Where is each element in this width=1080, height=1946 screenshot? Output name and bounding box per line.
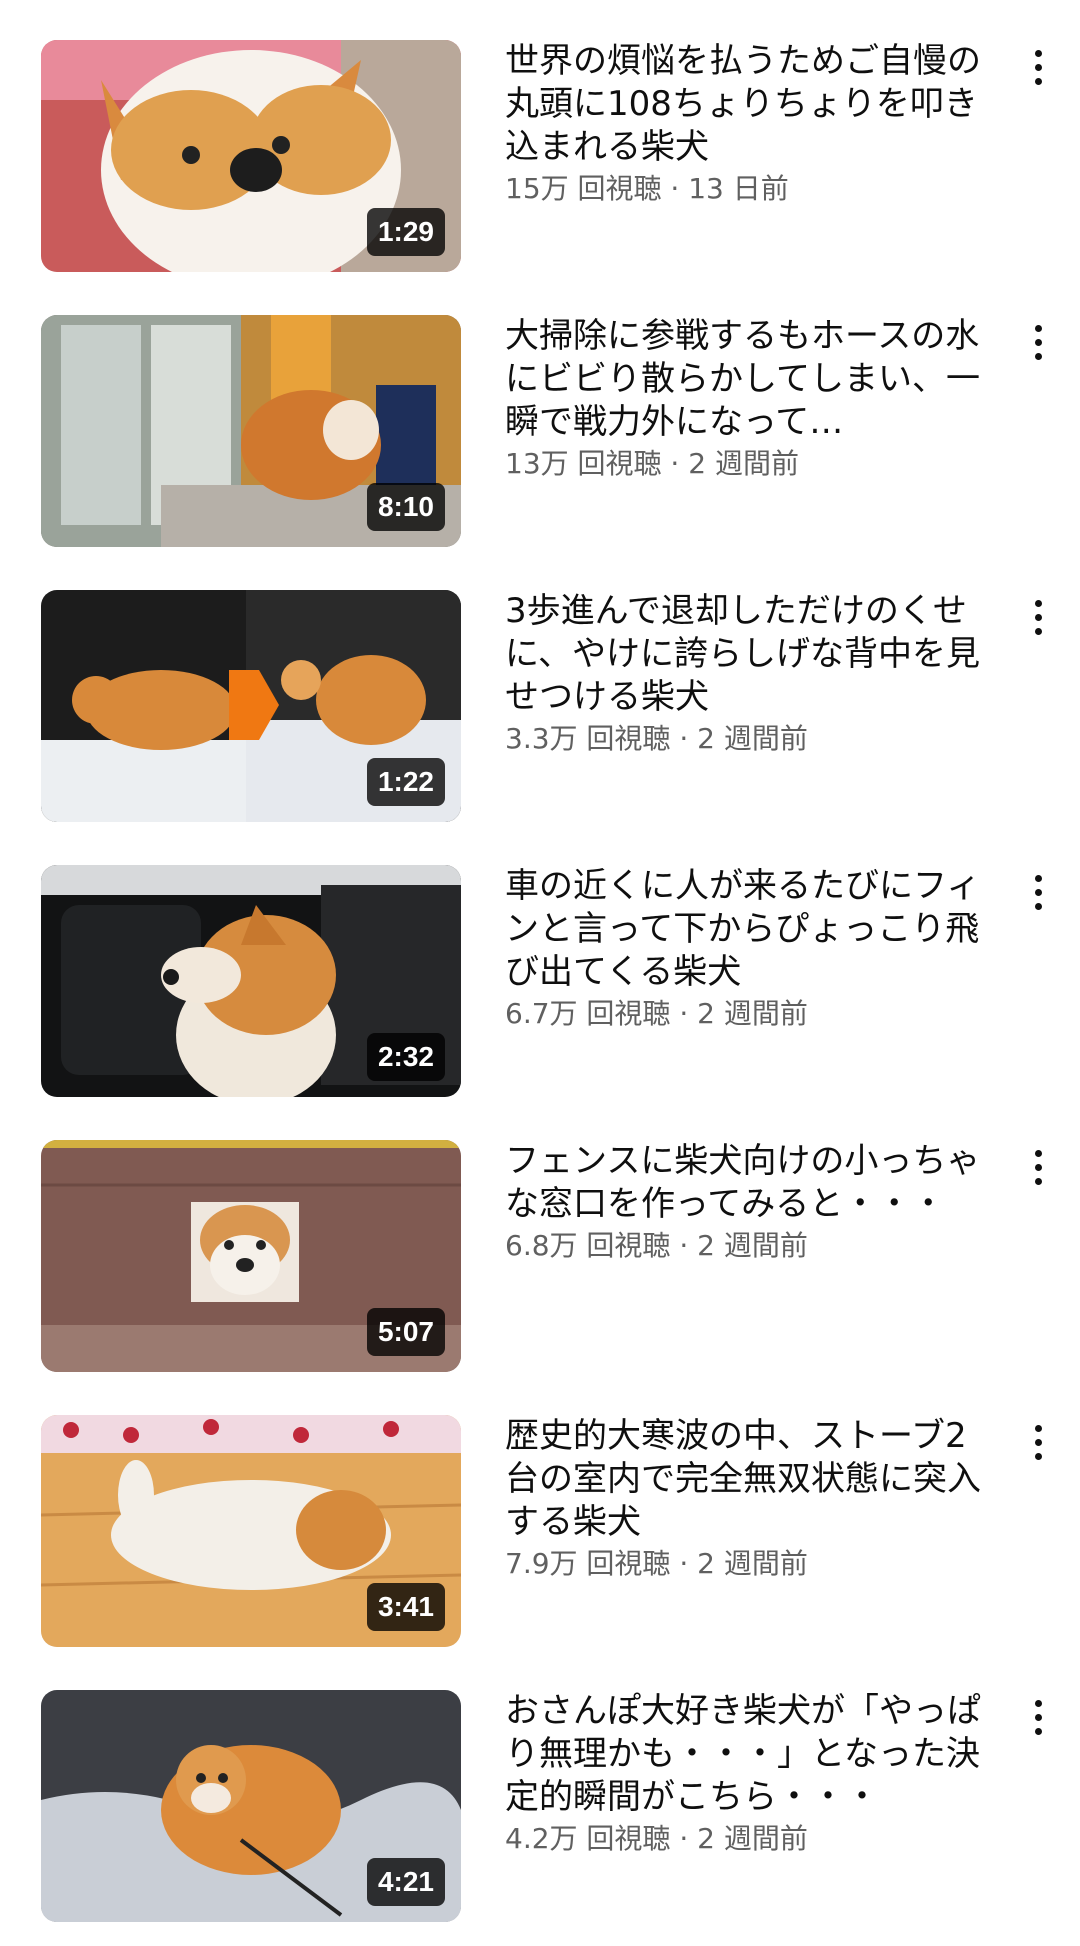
more-dot xyxy=(1034,1425,1042,1432)
video-title[interactable]: 世界の煩悩を払うためご自慢の丸頭に108ちょりちょりを叩き込まれる柴犬 xyxy=(505,40,985,169)
video-thumbnail[interactable]: 1:29 xyxy=(41,40,461,272)
video-info[interactable]: フェンスに柴犬向けの小っちゃな窓口を作ってみると・・・ 6.8万 回視聴 · 2… xyxy=(505,1140,985,1266)
more-dot xyxy=(1034,339,1042,346)
more-dot xyxy=(1034,1714,1042,1721)
video-meta: 7.9万 回視聴 · 2 週間前 xyxy=(505,1547,808,1580)
video-item-4[interactable]: 2:32 車の近くに人が来るたびにフィンと言って下からぴょっこり飛び出てくる柴犬… xyxy=(0,865,1080,1097)
duration-badge: 1:29 xyxy=(366,208,445,256)
more-dot xyxy=(1034,600,1042,607)
more-vert-icon[interactable] xyxy=(1018,869,1058,919)
more-vert-icon[interactable] xyxy=(1018,44,1058,94)
more-vert-icon[interactable] xyxy=(1018,319,1058,369)
video-meta: 6.7万 回視聴 · 2 週間前 xyxy=(505,997,808,1030)
more-dot xyxy=(1034,889,1042,896)
more-vert-icon[interactable] xyxy=(1018,1419,1058,1469)
video-meta: 13万 回視聴 · 2 週間前 xyxy=(505,447,799,480)
video-meta: 3.3万 回視聴 · 2 週間前 xyxy=(505,722,808,755)
more-dot xyxy=(1034,1453,1042,1460)
duration-badge: 4:21 xyxy=(366,1858,445,1906)
more-vert-icon[interactable] xyxy=(1018,1144,1058,1194)
more-dot xyxy=(1034,875,1042,882)
video-info[interactable]: 大掃除に参戦するもホースの水にビビり散らかしてしまい、一瞬で戦力外になって… 1… xyxy=(505,315,985,484)
more-dot xyxy=(1034,1700,1042,1707)
video-title[interactable]: 大掃除に参戦するもホースの水にビビり散らかしてしまい、一瞬で戦力外になって… xyxy=(505,315,985,444)
video-thumbnail[interactable]: 8:10 xyxy=(41,315,461,547)
video-info[interactable]: 歴史的大寒波の中、ストーブ2台の室内で完全無双状態に突入する柴犬 7.9万 回視… xyxy=(505,1415,985,1584)
more-dot xyxy=(1034,903,1042,910)
more-dot xyxy=(1034,78,1042,85)
video-item-2[interactable]: 8:10 大掃除に参戦するもホースの水にビビり散らかしてしまい、一瞬で戦力外にな… xyxy=(0,315,1080,547)
duration-badge: 1:22 xyxy=(366,758,445,806)
video-list: 1:29 世界の煩悩を払うためご自慢の丸頭に108ちょりちょりを叩き込まれる柴犬… xyxy=(0,0,1080,1946)
more-dot xyxy=(1034,614,1042,621)
more-dot xyxy=(1034,1178,1042,1185)
video-thumbnail[interactable]: 3:41 xyxy=(41,1415,461,1647)
video-thumbnail[interactable]: 5:07 xyxy=(41,1140,461,1372)
more-vert-icon[interactable] xyxy=(1018,594,1058,644)
video-meta: 6.8万 回視聴 · 2 週間前 xyxy=(505,1229,808,1262)
video-item-6[interactable]: 3:41 歴史的大寒波の中、ストーブ2台の室内で完全無双状態に突入する柴犬 7.… xyxy=(0,1415,1080,1647)
duration-badge: 5:07 xyxy=(366,1308,445,1356)
video-info[interactable]: 世界の煩悩を払うためご自慢の丸頭に108ちょりちょりを叩き込まれる柴犬 15万 … xyxy=(505,40,985,209)
video-title[interactable]: 歴史的大寒波の中、ストーブ2台の室内で完全無双状態に突入する柴犬 xyxy=(505,1415,985,1544)
more-dot xyxy=(1034,628,1042,635)
video-item-1[interactable]: 1:29 世界の煩悩を払うためご自慢の丸頭に108ちょりちょりを叩き込まれる柴犬… xyxy=(0,40,1080,272)
video-title[interactable]: 車の近くに人が来るたびにフィンと言って下からぴょっこり飛び出てくる柴犬 xyxy=(505,865,985,994)
video-thumbnail[interactable]: 1:22 xyxy=(41,590,461,822)
video-item-5[interactable]: 5:07 フェンスに柴犬向けの小っちゃな窓口を作ってみると・・・ 6.8万 回視… xyxy=(0,1140,1080,1372)
video-thumbnail[interactable]: 4:21 xyxy=(41,1690,461,1922)
duration-badge: 2:32 xyxy=(366,1033,445,1081)
more-dot xyxy=(1034,1150,1042,1157)
more-dot xyxy=(1034,325,1042,332)
video-title[interactable]: フェンスに柴犬向けの小っちゃな窓口を作ってみると・・・ xyxy=(505,1140,985,1226)
more-dot xyxy=(1034,1728,1042,1735)
duration-badge: 3:41 xyxy=(366,1583,445,1631)
video-info[interactable]: 車の近くに人が来るたびにフィンと言って下からぴょっこり飛び出てくる柴犬 6.7万… xyxy=(505,865,985,1034)
more-dot xyxy=(1034,1439,1042,1446)
more-dot xyxy=(1034,50,1042,57)
video-info[interactable]: おさんぽ大好き柴犬が「やっぱり無理かも・・・」となった決定的瞬間がこちら・・・ … xyxy=(505,1690,985,1859)
more-vert-icon[interactable] xyxy=(1018,1694,1058,1744)
video-info[interactable]: 3歩進んで退却しただけのくせに、やけに誇らしげな背中を見せつける柴犬 3.3万 … xyxy=(505,590,985,759)
more-dot xyxy=(1034,353,1042,360)
video-meta: 4.2万 回視聴 · 2 週間前 xyxy=(505,1822,808,1855)
more-dot xyxy=(1034,64,1042,71)
duration-badge: 8:10 xyxy=(366,483,445,531)
more-dot xyxy=(1034,1164,1042,1171)
video-thumbnail[interactable]: 2:32 xyxy=(41,865,461,1097)
video-item-7[interactable]: 4:21 おさんぽ大好き柴犬が「やっぱり無理かも・・・」となった決定的瞬間がこち… xyxy=(0,1690,1080,1922)
video-title[interactable]: おさんぽ大好き柴犬が「やっぱり無理かも・・・」となった決定的瞬間がこちら・・・ xyxy=(505,1690,985,1819)
video-item-3[interactable]: 1:22 3歩進んで退却しただけのくせに、やけに誇らしげな背中を見せつける柴犬 … xyxy=(0,590,1080,822)
video-meta: 15万 回視聴 · 13 日前 xyxy=(505,172,789,205)
video-title[interactable]: 3歩進んで退却しただけのくせに、やけに誇らしげな背中を見せつける柴犬 xyxy=(505,590,985,719)
